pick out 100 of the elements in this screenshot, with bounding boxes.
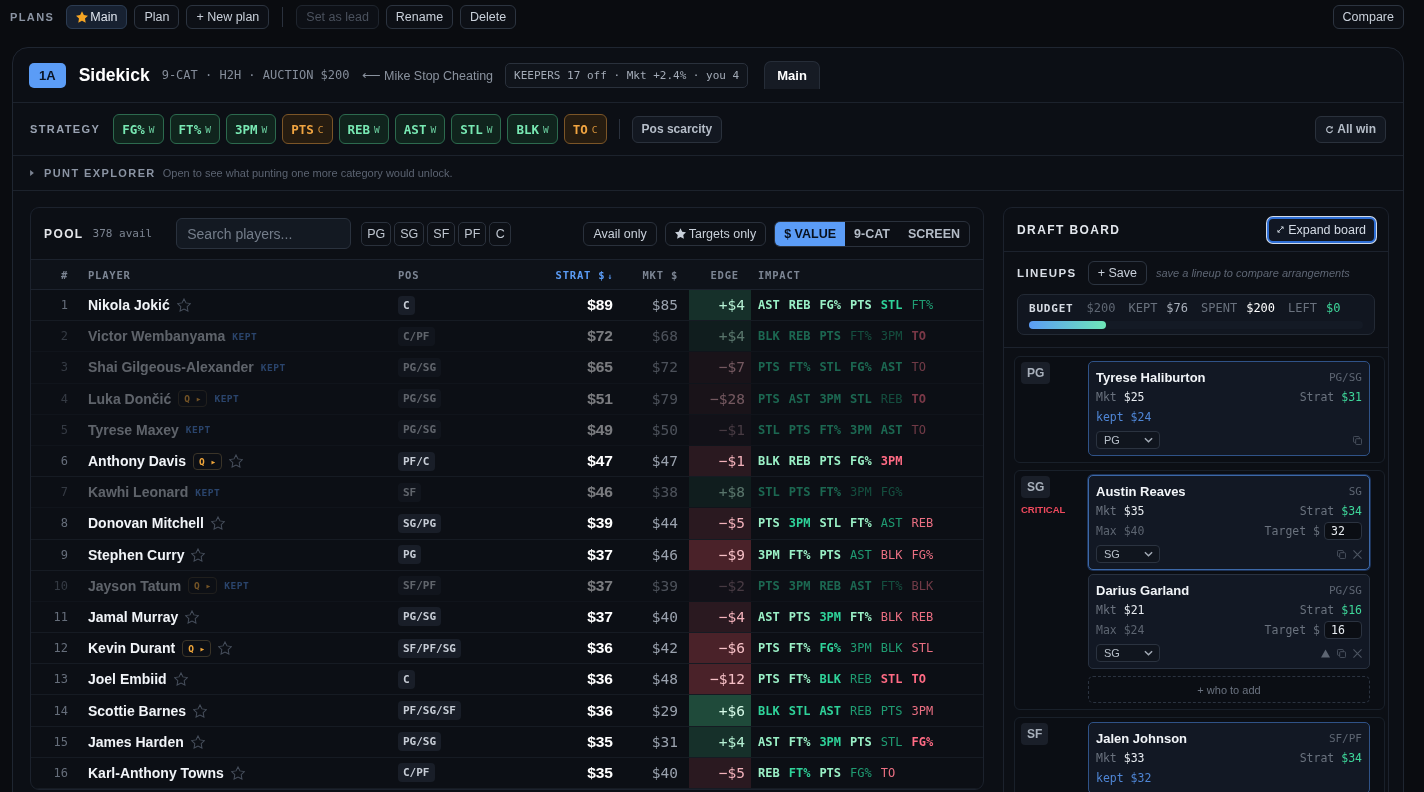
queue-badge[interactable]: Q ▸ xyxy=(193,452,223,470)
filter-toggle[interactable]: Targets only xyxy=(664,221,767,246)
league-format: 9-CAT · H2H · AUCTION $200 xyxy=(161,68,350,82)
player-card[interactable]: Jalen Johnson SF/PF Mkt $33 Strat $34 kept $32 xyxy=(1088,722,1370,792)
strategy-value: $65 xyxy=(587,358,613,377)
plan-tab[interactable]: Plan xyxy=(134,5,180,29)
slot-select[interactable]: PG xyxy=(1096,431,1160,449)
player-name[interactable]: Stephen Curry xyxy=(88,546,185,563)
view-tab[interactable]: SCREEN xyxy=(898,221,969,246)
position-filter[interactable]: PG xyxy=(361,221,392,246)
player-name[interactable]: Karl-Anthony Towns xyxy=(88,764,224,781)
column-header[interactable]: EDGE xyxy=(710,268,739,281)
category-toggle[interactable]: TO C xyxy=(563,114,607,144)
opponent-link[interactable]: ⟵ Mike Stop Cheating xyxy=(361,67,494,83)
punt-explorer-label[interactable]: PUNT EXPLORER xyxy=(44,167,156,179)
star-icon[interactable] xyxy=(173,672,188,687)
column-header[interactable]: # xyxy=(60,268,68,281)
category-toggle[interactable]: 3PM W xyxy=(225,114,277,144)
star-icon[interactable] xyxy=(191,547,206,562)
player-name[interactable]: Scottie Barnes xyxy=(88,702,187,719)
save-lineup-button[interactable]: + Save xyxy=(1087,261,1147,285)
caret-icon[interactable] xyxy=(30,170,34,176)
compare-button[interactable]: Compare xyxy=(1332,5,1404,29)
star-icon[interactable] xyxy=(185,609,200,624)
player-name[interactable]: James Harden xyxy=(88,733,184,750)
star-icon[interactable] xyxy=(190,734,205,749)
copy-icon[interactable] xyxy=(1337,549,1346,559)
pos-scarcity-toggle[interactable]: Pos scarcity xyxy=(631,115,723,143)
player-name[interactable]: Joel Embiid xyxy=(88,671,167,688)
impact-category: STL xyxy=(819,360,842,375)
player-card[interactable]: Austin Reaves SG Mkt $35 Strat $34 Max $40 Target $ 32 SG xyxy=(1088,475,1370,570)
strategy-value: $51 xyxy=(587,389,613,408)
category-toggle[interactable]: REB W xyxy=(338,114,389,144)
category-toggle[interactable]: FG% W xyxy=(113,114,164,144)
column-header[interactable]: IMPACT xyxy=(758,268,801,281)
player-card[interactable]: Tyrese Haliburton PG/SG Mkt $25 Strat $31 kept $24 PG xyxy=(1088,361,1370,456)
column-header[interactable]: PLAYER xyxy=(88,268,131,281)
copy-icon[interactable] xyxy=(1337,648,1346,658)
plan-action-button[interactable]: Delete xyxy=(460,5,517,29)
impact-category: 3PM xyxy=(850,641,872,656)
slot-select[interactable]: SG xyxy=(1096,545,1160,563)
star-icon[interactable] xyxy=(193,703,208,718)
position-badge: C/PF xyxy=(398,326,435,346)
player-name[interactable]: Kevin Durant xyxy=(88,640,176,657)
target-label: Target $ xyxy=(1264,524,1320,538)
search-field[interactable]: Search players... xyxy=(176,218,352,249)
triangle-up-icon[interactable] xyxy=(1321,648,1330,658)
category-toggle[interactable]: STL W xyxy=(451,114,502,144)
impact-category: AST xyxy=(758,734,780,749)
copy-icon[interactable] xyxy=(1353,435,1362,445)
close-icon[interactable] xyxy=(1353,549,1362,559)
category-toggle[interactable]: BLK W xyxy=(507,114,558,144)
pool-label: POOL xyxy=(44,226,84,241)
keepers-summary: KEEPERS 17 off · Mkt +2.4% · you 4 xyxy=(505,62,749,88)
strategy-value: $35 xyxy=(587,763,613,782)
category-toggle[interactable]: PTS C xyxy=(282,114,333,144)
column-header[interactable]: STRAT $ ↓ xyxy=(555,268,613,281)
close-icon[interactable] xyxy=(1353,648,1362,658)
position-filter[interactable]: C xyxy=(489,221,512,246)
expand-board-button[interactable]: Expand board xyxy=(1267,216,1376,243)
impact-category: FT% xyxy=(819,422,842,437)
all-win-button[interactable]: All win xyxy=(1315,115,1386,143)
impact-category: 3PM xyxy=(758,547,780,562)
position-filter[interactable]: SG xyxy=(394,221,425,246)
category-toggle[interactable]: AST W xyxy=(394,114,446,144)
plan-tab[interactable]: Main xyxy=(66,5,128,29)
view-tab[interactable]: 9-CAT xyxy=(845,221,899,246)
category-toggle[interactable]: FT% W xyxy=(169,114,220,144)
plan-action-button[interactable]: Rename xyxy=(385,5,454,29)
star-icon[interactable] xyxy=(210,516,225,531)
star-icon[interactable] xyxy=(230,765,245,780)
target-input[interactable]: 32 xyxy=(1324,522,1362,540)
impact-category: FT% xyxy=(850,329,872,344)
slot-select[interactable]: SG xyxy=(1096,644,1160,662)
row-number: 9 xyxy=(60,547,68,562)
target-input[interactable]: 16 xyxy=(1324,621,1362,639)
lineup-tab[interactable]: Main xyxy=(764,61,820,89)
market-value: $68 xyxy=(651,328,678,345)
position-badge: PG/SG xyxy=(398,607,442,627)
player-name[interactable]: Nikola Jokić xyxy=(88,297,170,314)
available-count: 378 avail xyxy=(92,227,153,240)
star-icon[interactable] xyxy=(176,298,191,313)
filter-toggle[interactable]: Avail only xyxy=(583,221,657,246)
new-plan-button[interactable]: + New plan xyxy=(186,5,270,29)
player-name[interactable]: Donovan Mitchell xyxy=(88,515,204,532)
add-player-button[interactable]: + who to add xyxy=(1088,676,1370,703)
position-filter[interactable]: SF xyxy=(427,221,456,246)
edge-cell: −$6 xyxy=(689,633,751,664)
star-icon[interactable] xyxy=(218,641,233,656)
player-name[interactable]: Jamal Murray xyxy=(88,608,179,625)
star-icon[interactable] xyxy=(229,454,244,469)
view-tab[interactable]: $ VALUE xyxy=(775,221,845,246)
column-header[interactable]: POS xyxy=(398,268,420,281)
kept-price: kept $24 xyxy=(1096,410,1152,424)
player-card[interactable]: Darius Garland PG/SG Mkt $21 Strat $16 Max $24 Target $ 16 SG xyxy=(1088,574,1370,669)
column-header[interactable]: MKT $ xyxy=(642,268,678,281)
player-name[interactable]: Anthony Davis xyxy=(88,453,186,470)
position-filter[interactable]: PF xyxy=(458,221,487,246)
queue-badge[interactable]: Q ▸ xyxy=(182,639,212,657)
strategy-value: $47 xyxy=(587,452,613,471)
